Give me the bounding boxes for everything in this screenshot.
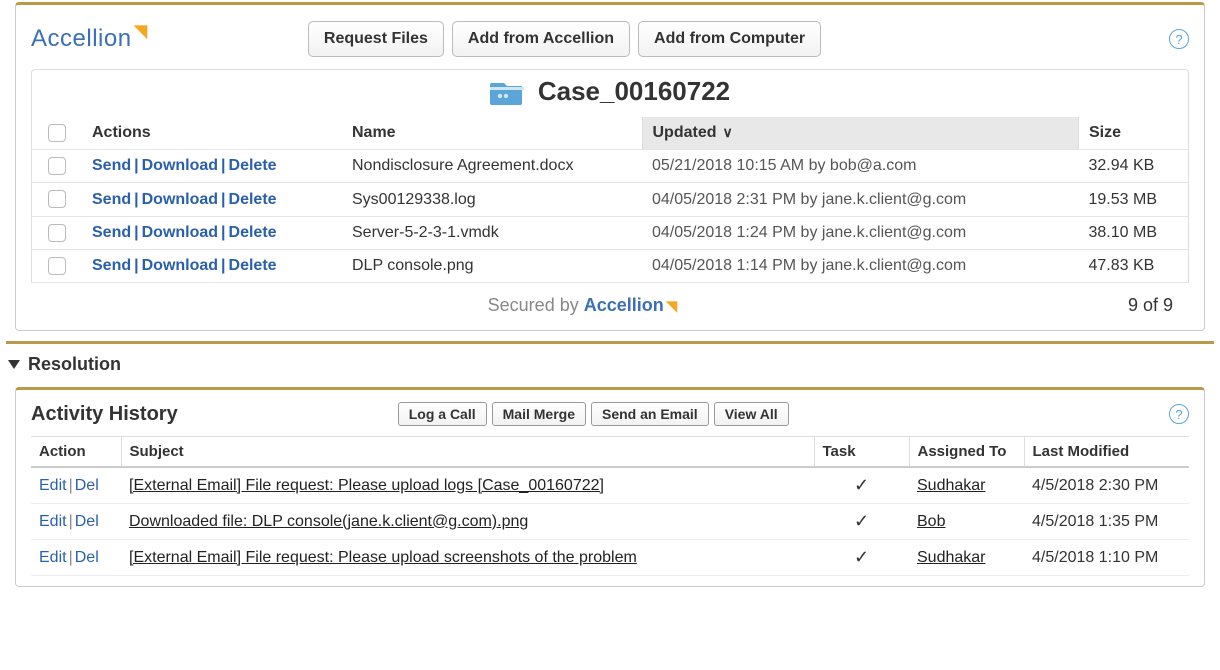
activity-header: Activity History Log a Call Mail Merge S… [31, 400, 1189, 436]
activity-history-title: Activity History [31, 403, 178, 426]
edit-link[interactable]: Edit [39, 513, 67, 530]
assigned-to-link[interactable]: Sudhakar [917, 477, 986, 494]
file-table-header-row: Actions Name Updated∨ Size [32, 117, 1189, 150]
help-icon[interactable]: ? [1169, 404, 1189, 424]
checkmark-icon: ✓ [854, 475, 869, 495]
send-link[interactable]: Send [92, 224, 131, 241]
table-row: Edit|Del[External Email] File request: P… [31, 540, 1189, 576]
file-size: 38.10 MB [1079, 216, 1189, 249]
col-actions[interactable]: Actions [82, 117, 342, 150]
table-row: Send|Download|DeleteSys00129338.log04/05… [32, 183, 1189, 216]
delete-link[interactable]: Delete [229, 257, 277, 274]
checkmark-icon: ✓ [854, 511, 869, 531]
del-link[interactable]: Del [75, 477, 99, 494]
resolution-header[interactable]: Resolution [0, 350, 1220, 385]
folder-icon [490, 79, 524, 105]
table-row: Send|Download|DeleteDLP console.png04/05… [32, 249, 1189, 282]
folder-title: Case_00160722 [538, 76, 730, 107]
col-subject: Subject [121, 437, 814, 468]
col-updated[interactable]: Updated∨ [642, 117, 1079, 150]
send-an-email-button[interactable]: Send an Email [591, 402, 709, 426]
activity-table-header-row: Action Subject Task Assigned To Last Mod… [31, 437, 1189, 468]
last-modified: 4/5/2018 1:10 PM [1024, 540, 1189, 576]
col-last-modified: Last Modified [1024, 437, 1189, 468]
accellion-header: Accellion ◥ Request Files Add from Accel… [31, 15, 1189, 69]
file-updated: 04/05/2018 2:31 PM by jane.k.client@g.co… [642, 183, 1079, 216]
last-modified: 4/5/2018 1:35 PM [1024, 504, 1189, 540]
row-checkbox[interactable] [48, 157, 66, 175]
download-link[interactable]: Download [142, 257, 218, 274]
table-row: Send|Download|DeleteNondisclosure Agreem… [32, 150, 1189, 183]
select-all-checkbox[interactable] [48, 124, 66, 142]
activity-subject-link[interactable]: [External Email] File request: Please up… [129, 549, 637, 566]
accellion-brand-footer: Accellion [584, 295, 664, 315]
file-count: 9 of 9 [1128, 295, 1183, 316]
log-a-call-button[interactable]: Log a Call [398, 402, 487, 426]
del-link[interactable]: Del [75, 513, 99, 530]
activity-table: Action Subject Task Assigned To Last Mod… [31, 436, 1189, 576]
delete-link[interactable]: Delete [229, 191, 277, 208]
send-link[interactable]: Send [92, 157, 131, 174]
edit-link[interactable]: Edit [39, 549, 67, 566]
accellion-arrow-icon: ◥ [666, 298, 678, 315]
accellion-arrow-icon: ◥ [134, 21, 148, 42]
folder-title-bar: Case_00160722 [31, 69, 1189, 117]
col-assigned-to: Assigned To [909, 437, 1024, 468]
delete-link[interactable]: Delete [229, 157, 277, 174]
file-size: 47.83 KB [1079, 249, 1189, 282]
activity-subject-link[interactable]: Downloaded file: DLP console(jane.k.clie… [129, 513, 528, 530]
add-from-computer-button[interactable]: Add from Computer [638, 21, 821, 57]
table-row: Edit|Del[External Email] File request: P… [31, 467, 1189, 504]
edit-link[interactable]: Edit [39, 477, 67, 494]
col-name[interactable]: Name [342, 117, 642, 150]
accellion-logo-text: Accellion [31, 25, 132, 53]
download-link[interactable]: Download [142, 224, 218, 241]
request-files-button[interactable]: Request Files [308, 21, 444, 57]
help-icon[interactable]: ? [1169, 29, 1189, 49]
download-link[interactable]: Download [142, 157, 218, 174]
activity-history-panel: Activity History Log a Call Mail Merge S… [15, 387, 1205, 587]
view-all-button[interactable]: View All [714, 402, 789, 426]
col-task: Task [814, 437, 909, 468]
file-updated: 05/21/2018 10:15 AM by bob@a.com [642, 150, 1079, 183]
del-link[interactable]: Del [75, 549, 99, 566]
accellion-panel: Accellion ◥ Request Files Add from Accel… [15, 2, 1205, 331]
table-row: Send|Download|DeleteServer-5-2-3-1.vmdk0… [32, 216, 1189, 249]
accellion-logo: Accellion ◥ [31, 25, 148, 53]
file-size: 32.94 KB [1079, 150, 1189, 183]
secured-by-label: Secured by Accellion◥ [37, 295, 1128, 316]
checkmark-icon: ✓ [854, 547, 869, 567]
row-checkbox[interactable] [48, 190, 66, 208]
download-link[interactable]: Download [142, 191, 218, 208]
section-divider [6, 341, 1214, 344]
file-updated: 04/05/2018 1:24 PM by jane.k.client@g.co… [642, 216, 1079, 249]
add-from-accellion-button[interactable]: Add from Accellion [452, 21, 630, 57]
row-checkbox[interactable] [48, 257, 66, 275]
file-name[interactable]: Sys00129338.log [342, 183, 642, 216]
activity-subject-link[interactable]: [External Email] File request: Please up… [129, 477, 604, 494]
file-name[interactable]: DLP console.png [342, 249, 642, 282]
mail-merge-button[interactable]: Mail Merge [492, 402, 586, 426]
file-name[interactable]: Nondisclosure Agreement.docx [342, 150, 642, 183]
accellion-footer: Secured by Accellion◥ 9 of 9 [31, 283, 1189, 320]
file-table: Actions Name Updated∨ Size Send|Download… [31, 117, 1189, 283]
send-link[interactable]: Send [92, 191, 131, 208]
file-name[interactable]: Server-5-2-3-1.vmdk [342, 216, 642, 249]
col-size[interactable]: Size [1079, 117, 1189, 150]
table-row: Edit|DelDownloaded file: DLP console(jan… [31, 504, 1189, 540]
disclosure-triangle-icon[interactable] [8, 360, 20, 369]
assigned-to-link[interactable]: Bob [917, 513, 945, 530]
delete-link[interactable]: Delete [229, 224, 277, 241]
col-action: Action [31, 437, 121, 468]
last-modified: 4/5/2018 2:30 PM [1024, 467, 1189, 504]
chevron-down-icon: ∨ [723, 124, 733, 140]
assigned-to-link[interactable]: Sudhakar [917, 549, 986, 566]
row-checkbox[interactable] [48, 224, 66, 242]
file-updated: 04/05/2018 1:14 PM by jane.k.client@g.co… [642, 249, 1079, 282]
file-size: 19.53 MB [1079, 183, 1189, 216]
send-link[interactable]: Send [92, 257, 131, 274]
resolution-label: Resolution [28, 354, 121, 375]
